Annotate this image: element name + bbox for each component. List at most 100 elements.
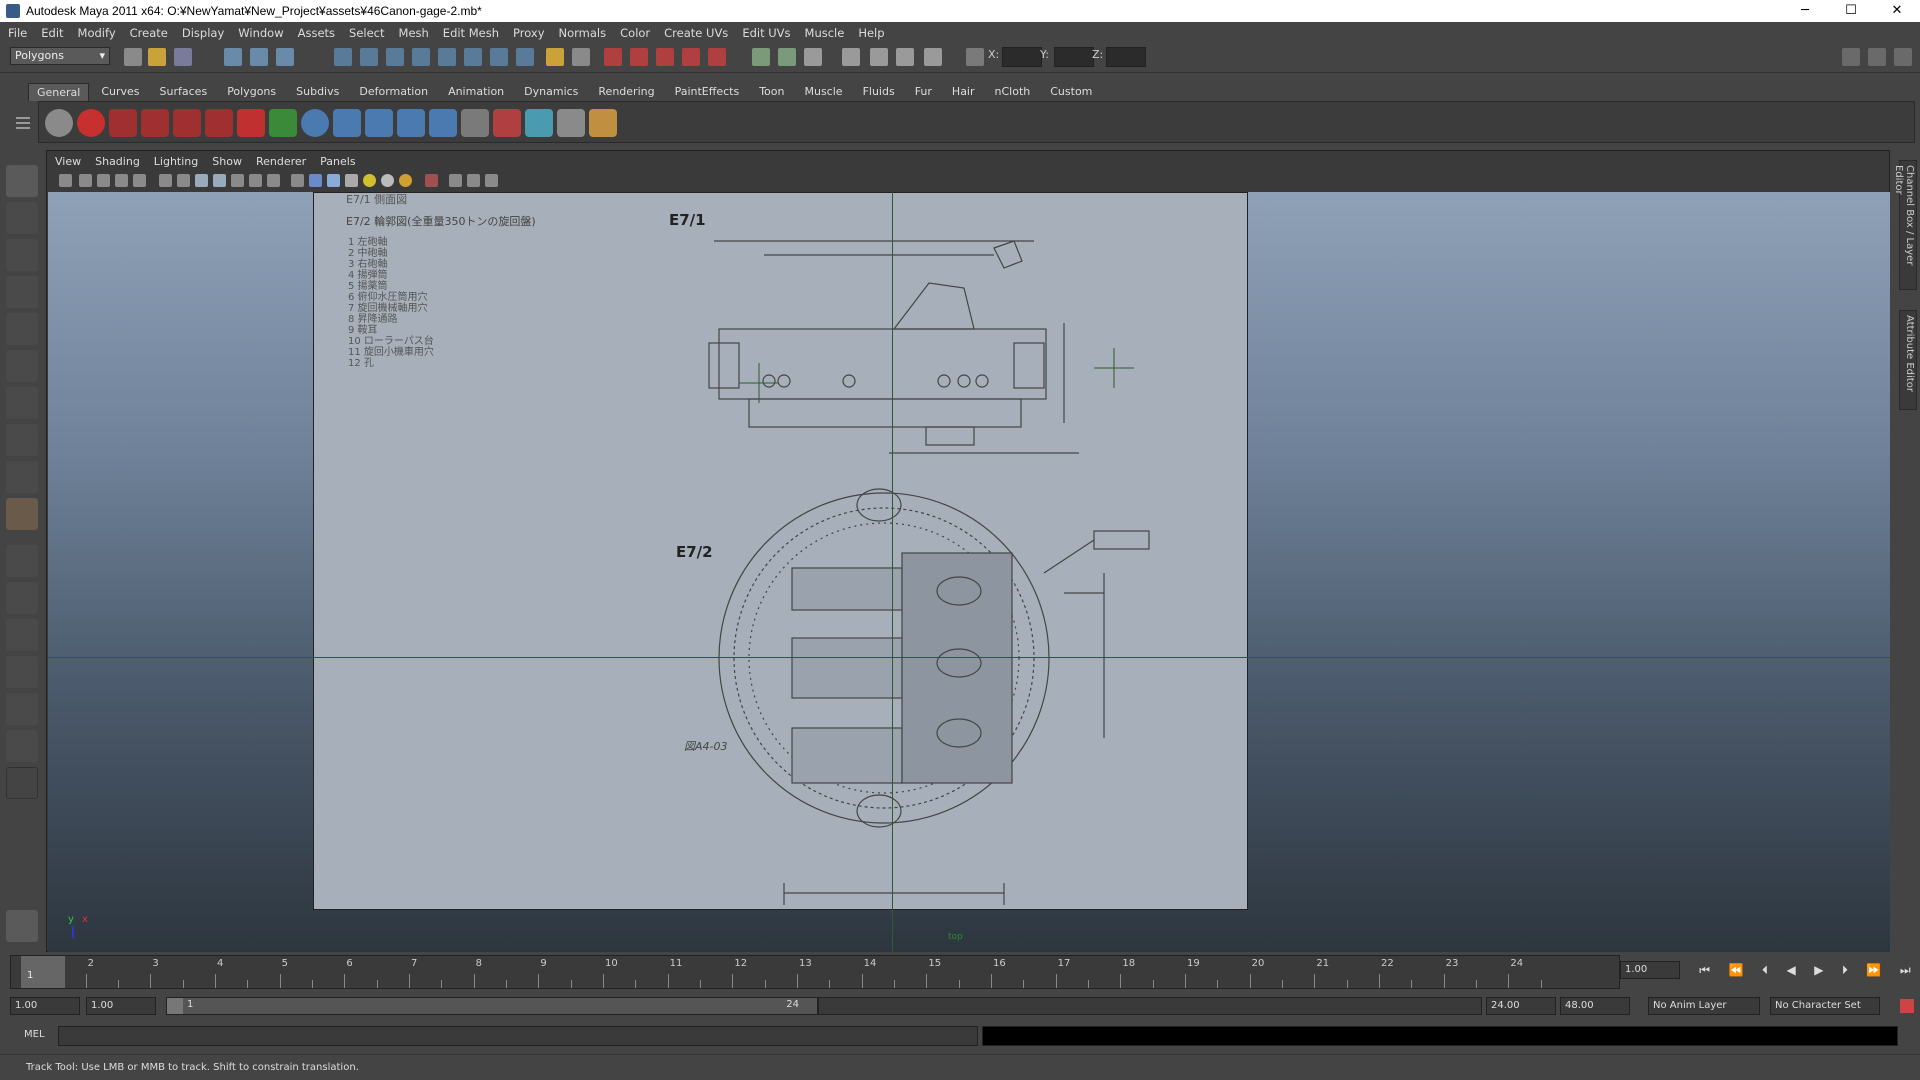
shelf-tab-curves[interactable]: Curves [93, 83, 147, 101]
shelf-tab-general[interactable]: General [28, 83, 90, 101]
hud-icon[interactable] [267, 174, 280, 187]
shelf-tab-toon[interactable]: Toon [751, 83, 792, 101]
single-perspective-layout-icon[interactable] [6, 545, 38, 577]
show-manipulator-icon[interactable] [6, 461, 38, 493]
shelf-tab-animation[interactable]: Animation [440, 83, 512, 101]
shelf-reel-icon[interactable] [45, 109, 73, 137]
hypershade-icon[interactable] [708, 48, 726, 66]
attribute-editor-tab[interactable]: Attribute Editor [1899, 310, 1917, 410]
relative-transform-icon[interactable] [870, 48, 888, 66]
play-backwards-icon[interactable]: ◀ [1786, 963, 1795, 977]
range-slider[interactable]: 1 24 [166, 997, 818, 1015]
history-icon[interactable] [464, 48, 482, 66]
absolute-transform-icon[interactable] [896, 48, 914, 66]
shelf-brush-icon[interactable] [109, 109, 137, 137]
show-tool-settings-icon[interactable] [1868, 48, 1886, 66]
playback-end-field[interactable]: 24.00 [1486, 997, 1556, 1015]
new-scene-icon[interactable] [124, 48, 142, 66]
gate-mask-icon[interactable] [195, 174, 208, 187]
snap-view-icon[interactable] [412, 48, 430, 66]
wire-on-shaded-icon[interactable] [327, 174, 340, 187]
go-to-start-icon[interactable]: ⏮ [1699, 963, 1710, 978]
paint-select-tool-icon[interactable] [6, 239, 38, 271]
character-set-dropdown[interactable]: No Character Set [1770, 997, 1880, 1015]
menu-modify[interactable]: Modify [78, 26, 116, 40]
menu-file[interactable]: File [8, 26, 27, 40]
shelf-arrow-icon[interactable] [269, 109, 297, 137]
sidebar-toggle-icon[interactable] [804, 48, 822, 66]
all-lights-icon[interactable] [381, 174, 394, 187]
menu-proxy[interactable]: Proxy [513, 26, 545, 40]
shelf-tab-rendering[interactable]: Rendering [590, 83, 662, 101]
shelf-tab-custom[interactable]: Custom [1042, 83, 1100, 101]
snap-curve-icon[interactable] [360, 48, 378, 66]
shelf-joint2-icon[interactable] [365, 109, 393, 137]
playback-start-field[interactable]: 1.00 [86, 997, 156, 1015]
menu-normals[interactable]: Normals [559, 26, 607, 40]
shelf-tab-dynamics[interactable]: Dynamics [516, 83, 586, 101]
shelf-cube-icon[interactable] [557, 109, 585, 137]
y-field[interactable] [1054, 47, 1094, 67]
play-forwards-icon[interactable]: ▶ [1814, 963, 1823, 977]
render-settings-icon[interactable] [682, 48, 700, 66]
xray-joints-icon[interactable] [467, 174, 480, 187]
z-field[interactable] [1106, 47, 1146, 67]
shelf-tab-deformation[interactable]: Deformation [351, 83, 436, 101]
start-time-field[interactable]: 1.00 [10, 997, 80, 1015]
menu-edit[interactable]: Edit [41, 26, 63, 40]
wireframe-icon[interactable] [291, 174, 304, 187]
time-slider[interactable]: 1234567891011121314151617181920212223241 [10, 955, 1620, 989]
shelf-paint3-icon[interactable] [205, 109, 233, 137]
select-object-icon[interactable] [250, 48, 268, 66]
grid-icon[interactable] [133, 174, 146, 187]
manipulator-tool-icon[interactable] [6, 387, 38, 419]
menu-muscle[interactable]: Muscle [805, 26, 845, 40]
custom-layout-icon[interactable] [6, 730, 38, 762]
menu-create-uvs[interactable]: Create UVs [664, 26, 728, 40]
menu-create[interactable]: Create [130, 26, 168, 40]
snap-grid-icon[interactable] [334, 48, 352, 66]
current-frame-field[interactable]: 1.00 [1620, 961, 1680, 979]
layer-editor-icon[interactable] [842, 48, 860, 66]
range-handle[interactable] [167, 998, 183, 1014]
auto-key-icon[interactable] [1900, 999, 1914, 1013]
menu-assets[interactable]: Assets [298, 26, 335, 40]
shelf-joint4-icon[interactable] [429, 109, 457, 137]
xray-components-icon[interactable] [485, 174, 498, 187]
channel-box-tab[interactable]: Channel Box / Layer Editor [1893, 160, 1917, 290]
end-time-field[interactable]: 48.00 [1560, 997, 1630, 1015]
viewport-top[interactable]: E7/1 側面図 E7/2 輪郭図(全重量350トンの旋回盤) 1 左砲軸 2 … [48, 192, 1890, 952]
mel-label[interactable]: MEL [24, 1029, 45, 1040]
shadows-icon[interactable] [399, 174, 412, 187]
minimize-button[interactable]: ─ [1782, 0, 1828, 22]
close-button[interactable]: ✕ [1874, 0, 1920, 22]
step-forward-key-icon[interactable]: ⏩ [1866, 963, 1881, 977]
panel-menu-panels[interactable]: Panels [320, 155, 355, 168]
soft-mod-tool-icon[interactable] [6, 424, 38, 456]
textured-icon[interactable] [345, 174, 358, 187]
expand-layouts-icon[interactable] [6, 767, 38, 799]
menu-edit-uvs[interactable]: Edit UVs [742, 26, 790, 40]
menu-edit-mesh[interactable]: Edit Mesh [443, 26, 499, 40]
safe-title-icon[interactable] [249, 174, 262, 187]
lasso-tool-icon[interactable] [6, 202, 38, 234]
rotate-tool-icon[interactable] [6, 313, 38, 345]
shelf-tab-surfaces[interactable]: Surfaces [152, 83, 216, 101]
current-tool-icon[interactable] [6, 910, 38, 942]
image-plane-icon[interactable] [115, 174, 128, 187]
transform-mode-icon[interactable] [924, 48, 942, 66]
select-tool-icon[interactable] [6, 165, 38, 197]
mel-input[interactable] [58, 1026, 978, 1046]
shelf-shade-icon[interactable] [525, 109, 553, 137]
menu-mesh[interactable]: Mesh [399, 26, 429, 40]
step-back-key-icon[interactable]: ⏪ [1729, 963, 1744, 977]
move-tool-icon[interactable] [6, 276, 38, 308]
menu-help[interactable]: Help [858, 26, 884, 40]
panel-menu-show[interactable]: Show [212, 155, 242, 168]
default-lighting-icon[interactable] [363, 174, 376, 187]
field-chart-icon[interactable] [213, 174, 226, 187]
shelf-tab-fluids[interactable]: Fluids [855, 83, 903, 101]
select-component-icon[interactable] [276, 48, 294, 66]
step-forward-frame-icon[interactable]: ⏵ [1842, 963, 1848, 978]
shelf-paint-icon[interactable] [141, 109, 169, 137]
